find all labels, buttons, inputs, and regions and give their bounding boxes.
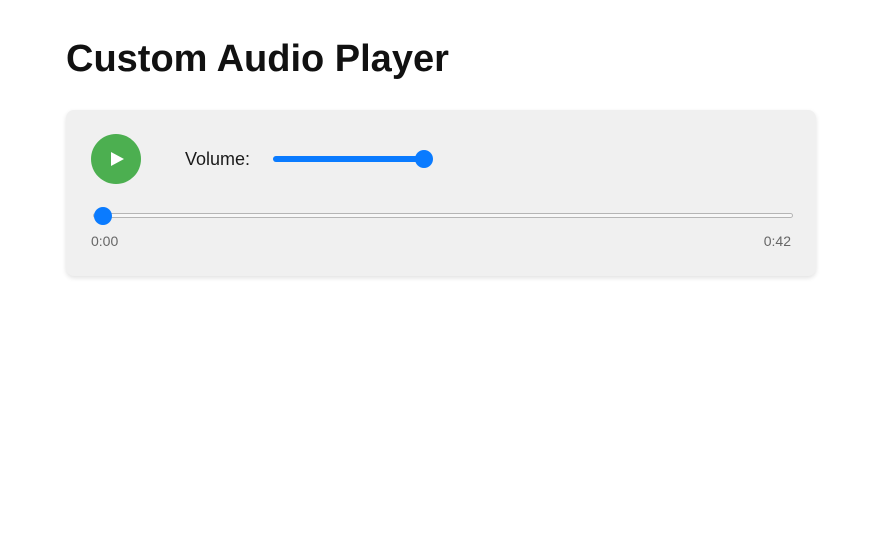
- seek-slider-thumb[interactable]: [94, 207, 112, 225]
- page-title: Custom Audio Player: [66, 38, 449, 80]
- seek-slider-track: [93, 213, 793, 218]
- audio-player: Volume: 0:00 0:42: [66, 110, 816, 276]
- volume-slider-thumb[interactable]: [415, 150, 433, 168]
- play-icon: [111, 152, 124, 166]
- volume-slider[interactable]: [273, 147, 433, 171]
- play-button[interactable]: [91, 134, 141, 184]
- current-time: 0:00: [91, 233, 119, 249]
- total-time: 0:42: [763, 233, 791, 249]
- seek-slider[interactable]: [93, 206, 793, 226]
- volume-slider-fill: [273, 156, 424, 162]
- volume-label: Volume:: [185, 149, 251, 169]
